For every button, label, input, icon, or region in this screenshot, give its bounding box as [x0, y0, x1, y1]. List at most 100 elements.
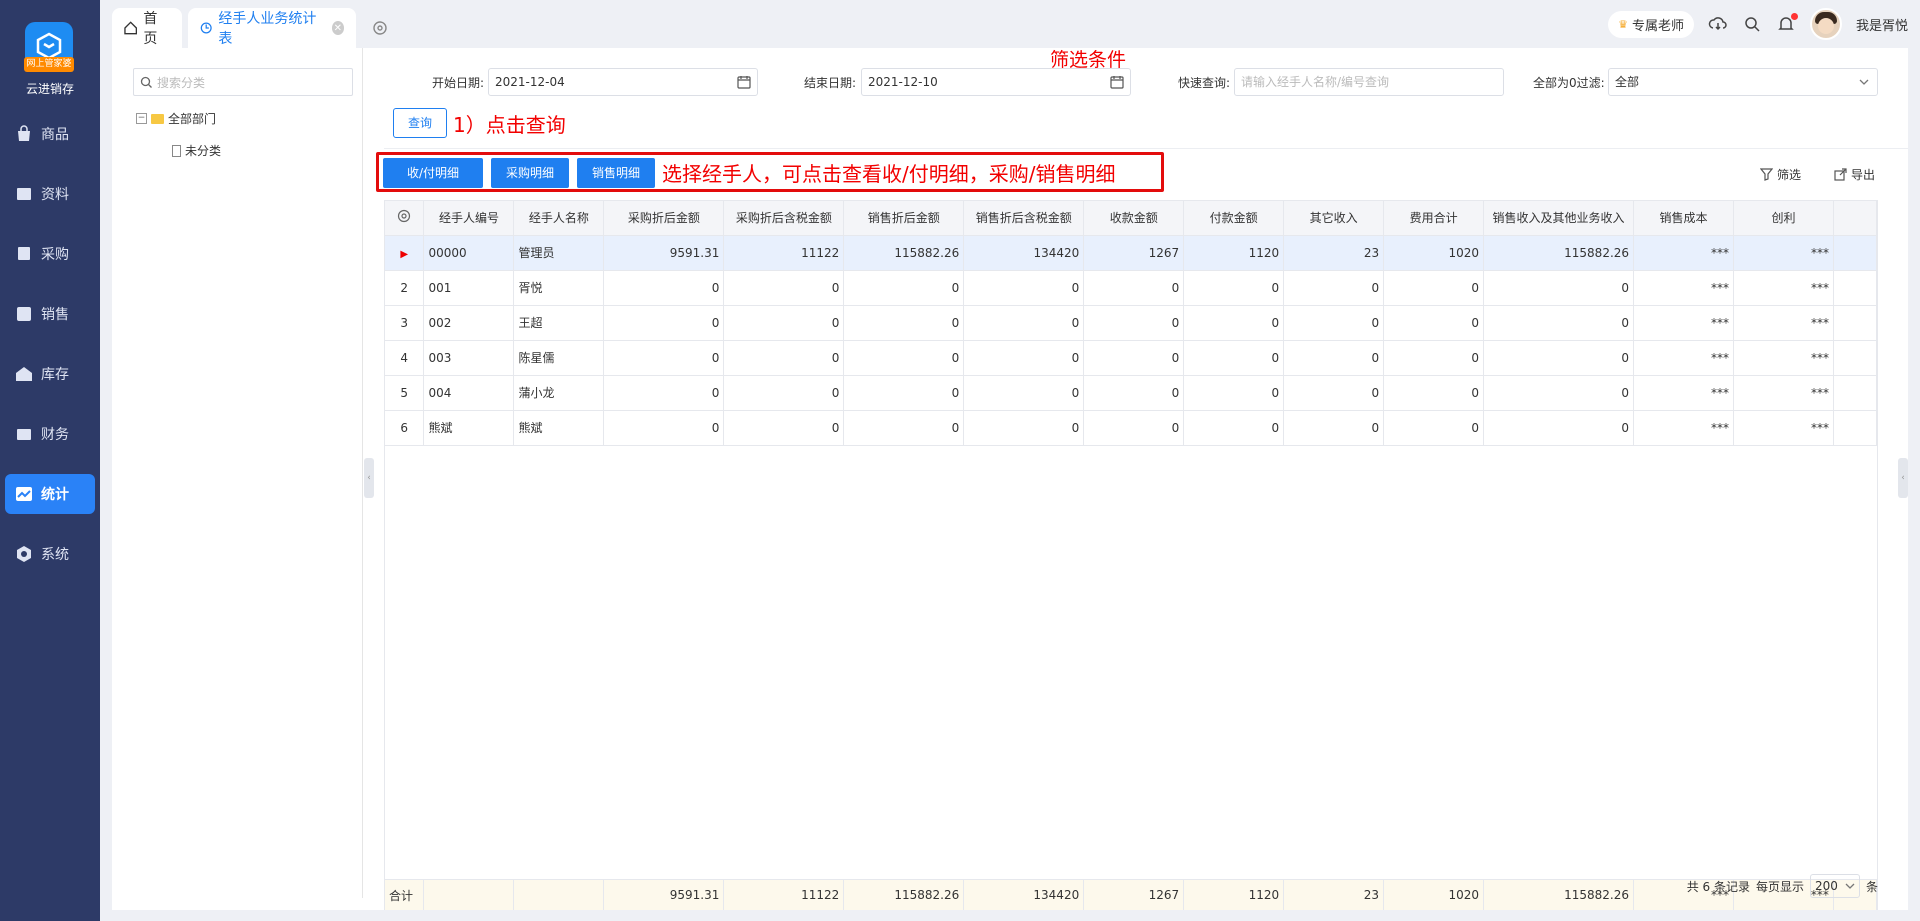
tab-home[interactable]: 首页 — [112, 8, 182, 48]
end-date-label: 结束日期: — [804, 76, 857, 90]
quick-search-placeholder: 请输入经手人名称/编号查询 — [1241, 75, 1390, 89]
table-cell: *** — [1733, 270, 1834, 306]
table-row[interactable]: 6 熊斌 熊斌 0 0 0 0 0 0 0 0 0 *** *** — [385, 410, 1878, 446]
filter-label: 筛选 — [1777, 168, 1802, 182]
nav-item-goods[interactable]: 商品 — [5, 114, 95, 154]
tree-collapse-handle[interactable]: ‹ — [364, 458, 374, 498]
table-cell: 0 — [1083, 410, 1185, 446]
receipt-detail-button[interactable]: 收/付明细 — [383, 158, 483, 188]
table-cell: 0 — [963, 340, 1085, 376]
close-icon[interactable]: ✕ — [331, 21, 345, 35]
page-size-unit: 条 — [1865, 879, 1878, 894]
nav-item-inventory[interactable]: 库存 — [5, 354, 95, 394]
table-cell: 0 — [1083, 340, 1185, 376]
table-cell: 0 — [1183, 305, 1285, 341]
sales-detail-button[interactable]: 销售明细 — [577, 158, 655, 188]
purchase-detail-button[interactable]: 采购明细 — [491, 158, 569, 188]
table-row[interactable]: ▶ 00000 管理员 9591.31 11122 115882.26 134420 1267… — [385, 235, 1878, 271]
settings-icon[interactable] — [372, 20, 388, 36]
column-header[interactable]: 销售成本 — [1633, 201, 1734, 236]
table-cell: 0 — [1283, 410, 1385, 446]
column-header[interactable]: 其它收入 — [1283, 201, 1385, 236]
column-header[interactable]: 经手人编号 — [423, 201, 515, 236]
user-name[interactable]: 我是胥悦 — [1856, 15, 1908, 34]
column-header[interactable]: 采购折后含税金额 — [723, 201, 845, 236]
nav-item-purchase[interactable]: 采购 — [5, 234, 95, 274]
table-row[interactable]: 4 003 陈星儒 0 0 0 0 0 0 0 0 0 *** *** — [385, 340, 1878, 376]
table-cell: 0 — [1483, 340, 1635, 376]
summary-cell: 1020 — [1383, 880, 1485, 910]
bag-icon — [18, 125, 30, 141]
column-header[interactable]: 销售收入及其他业务收入 — [1483, 201, 1635, 236]
table-cell: 0 — [1283, 375, 1385, 411]
summary-cell: 1267 — [1083, 880, 1185, 910]
tree-node-all-departments[interactable]: − 全部部门 — [136, 110, 216, 127]
column-header[interactable]: 创利 — [1733, 201, 1834, 236]
search-icon — [140, 76, 152, 88]
row-index: 6 — [385, 410, 425, 446]
bell-icon[interactable] — [1776, 13, 1798, 34]
table-cell: *** — [1633, 270, 1734, 306]
folder-icon — [151, 113, 164, 124]
start-date-value: 2021-12-04 — [495, 75, 565, 89]
column-header[interactable]: 销售折后金额 — [843, 201, 965, 236]
column-settings-icon[interactable] — [385, 201, 425, 236]
tab-report[interactable]: 经手人业务统计表 ✕ — [188, 8, 356, 48]
column-header[interactable]: 销售折后含税金额 — [963, 201, 1085, 236]
row-filler — [1833, 235, 1878, 271]
nav-item-finance[interactable]: 财务 — [5, 414, 95, 454]
nav-label: 销售 — [41, 307, 69, 323]
filter-button[interactable]: 筛选 — [1760, 166, 1801, 183]
table-cell: 0 — [603, 305, 725, 341]
start-date-input[interactable]: 2021-12-04 — [488, 68, 758, 96]
collapse-icon[interactable]: − — [136, 113, 147, 124]
summary-label: 合计 — [385, 880, 425, 910]
row-index: 3 — [385, 305, 425, 341]
table-cell: 0 — [1383, 270, 1485, 306]
avatar[interactable] — [1809, 8, 1842, 40]
table-row[interactable]: 5 004 蒲小龙 0 0 0 0 0 0 0 0 0 *** *** — [385, 375, 1878, 411]
table-cell: 134420 — [963, 235, 1085, 271]
column-header[interactable]: 付款金额 — [1183, 201, 1285, 236]
zero-filter-select[interactable]: 全部 — [1608, 68, 1878, 96]
column-header[interactable]: 收款金额 — [1083, 201, 1185, 236]
summary-cell: 9591.31 — [603, 880, 725, 910]
nav-item-sales[interactable]: 销售 — [5, 294, 95, 334]
end-date-input[interactable]: 2021-12-10 — [861, 68, 1131, 96]
table-cell: *** — [1733, 305, 1834, 341]
table-cell: 0 — [1383, 375, 1485, 411]
quick-search-input[interactable]: 请输入经手人名称/编号查询 — [1234, 68, 1504, 96]
query-button[interactable]: 查询 — [393, 108, 447, 138]
tree-label: 全部部门 — [168, 112, 217, 126]
export-button[interactable]: 导出 — [1834, 166, 1875, 183]
tree-node-uncategorized[interactable]: 未分类 — [172, 142, 221, 159]
table-row[interactable]: 3 002 王超 0 0 0 0 0 0 0 0 0 *** *** — [385, 305, 1878, 341]
table-cell: 0 — [1483, 270, 1635, 306]
table-row[interactable]: 2 001 胥悦 0 0 0 0 0 0 0 0 0 *** *** — [385, 270, 1878, 306]
nav-item-stats[interactable]: 统计 — [5, 474, 95, 514]
summary-cell — [513, 880, 605, 910]
nav-item-data[interactable]: 资料 — [5, 174, 95, 214]
annotation-step1: 1）点击查询 — [453, 113, 566, 137]
page-size-select[interactable]: 200 — [1809, 874, 1860, 898]
export-label: 导出 — [1851, 168, 1876, 182]
search-icon[interactable] — [1742, 14, 1762, 34]
sales-icon — [17, 307, 31, 321]
summary-cell — [423, 880, 515, 910]
column-header[interactable]: 经手人名称 — [513, 201, 605, 236]
column-header[interactable]: 采购折后金额 — [603, 201, 725, 236]
table-cell: 0 — [1183, 410, 1285, 446]
teacher-button[interactable]: ♛ 专属老师 — [1608, 10, 1694, 38]
table-cell: 0 — [723, 305, 845, 341]
table-cell: 23 — [1283, 235, 1385, 271]
table-cell: 001 — [423, 270, 515, 306]
right-collapse-handle[interactable]: ‹ — [1898, 458, 1908, 498]
nav-item-system[interactable]: 系统 — [5, 534, 95, 574]
table-cell: *** — [1633, 305, 1734, 341]
column-header[interactable]: 费用合计 — [1383, 201, 1485, 236]
category-search-input[interactable]: 搜索分类 — [133, 68, 353, 96]
table-cell: 0 — [843, 340, 965, 376]
table-cell: 0 — [603, 340, 725, 376]
cloud-download-icon[interactable] — [1708, 14, 1728, 34]
home-icon — [124, 21, 138, 35]
